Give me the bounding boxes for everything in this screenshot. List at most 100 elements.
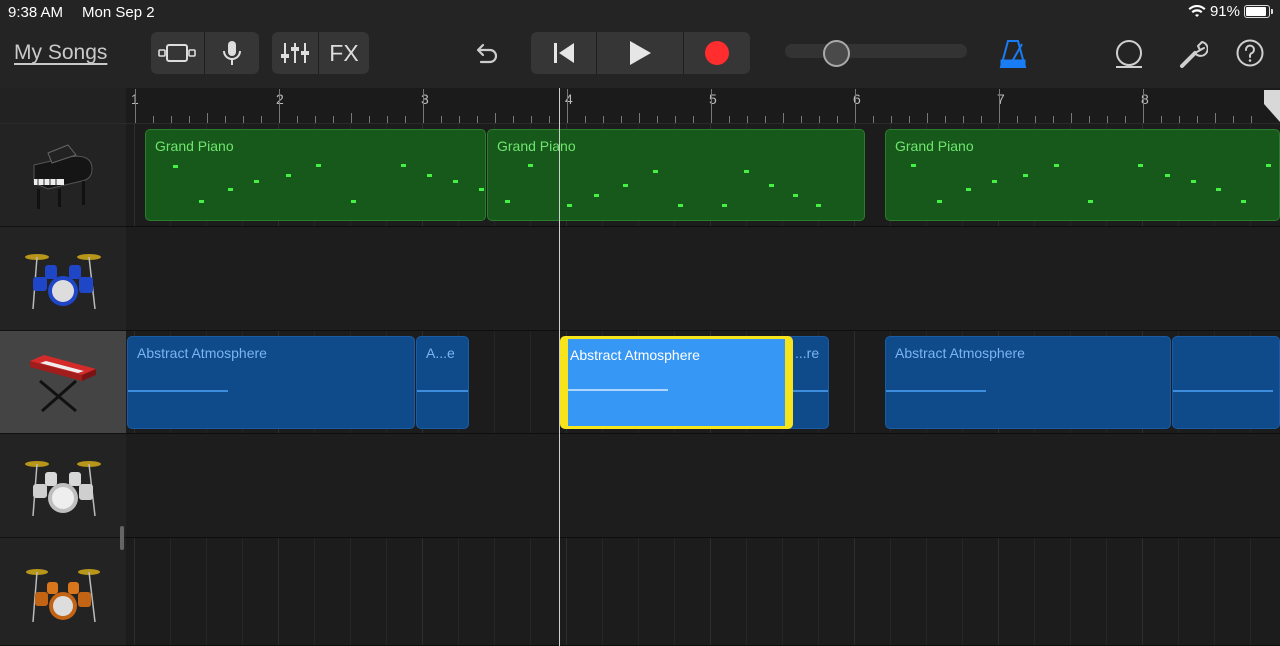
midi-note: [594, 194, 599, 197]
track-lane-drums-3[interactable]: [126, 538, 1280, 646]
ruler-beat-tick: [387, 116, 388, 123]
waveform: [568, 389, 668, 391]
ruler-beat-tick: [369, 116, 370, 123]
master-volume-slider[interactable]: [785, 44, 967, 58]
region-trim-handle-right[interactable]: [788, 369, 791, 399]
fx-button[interactable]: FX: [319, 32, 369, 74]
battery-icon: [1244, 5, 1273, 18]
ruler-beat-tick: [333, 116, 334, 123]
ruler-beat-tick: [1107, 116, 1108, 123]
undo-icon[interactable]: [470, 38, 500, 68]
midi-note: [1216, 188, 1221, 191]
track-list-scroll-indicator[interactable]: [120, 526, 124, 550]
settings-wrench-icon[interactable]: [1178, 38, 1208, 70]
ruler-beat-tick: [963, 116, 964, 123]
midi-note: [528, 164, 533, 167]
region-name: Grand Piano: [155, 138, 234, 154]
midi-note: [678, 204, 683, 207]
ruler-beat-tick: [405, 116, 406, 123]
ruler-beat-tick: [207, 113, 208, 123]
ruler-beat-tick: [1125, 116, 1126, 123]
wifi-icon: [1188, 4, 1206, 17]
ruler-beat-tick: [225, 116, 226, 123]
ruler-beat-tick: [729, 116, 730, 123]
audio-region[interactable]: [1172, 336, 1280, 429]
status-time: 9:38 AM: [8, 4, 64, 21]
metronome-icon[interactable]: [998, 38, 1028, 70]
midi-note: [401, 164, 406, 167]
midi-note: [316, 164, 321, 167]
ruler-bar-tick: [135, 89, 136, 123]
ruler-beat-tick: [801, 116, 802, 123]
timeline-ruler[interactable]: 1 2 3 4 5 6 7 8: [126, 88, 1280, 124]
track-header-keyboard[interactable]: [0, 331, 126, 434]
midi-note: [911, 164, 916, 167]
battery-fill: [1246, 7, 1267, 16]
audio-region[interactable]: Abstract Atmosphere: [127, 336, 415, 429]
ruler-beat-tick: [891, 116, 892, 123]
ruler-beat-tick: [765, 116, 766, 123]
ruler-beat-tick: [351, 113, 352, 123]
midi-note: [1023, 174, 1028, 177]
ruler-beat-tick: [477, 116, 478, 123]
ruler-beat-tick: [603, 116, 604, 123]
midi-region[interactable]: Grand Piano: [145, 129, 486, 221]
midi-note: [199, 200, 204, 203]
ruler-beat-tick: [621, 116, 622, 123]
ruler-beat-tick: [261, 116, 262, 123]
track-header-drums-1[interactable]: [0, 227, 126, 331]
ruler-beat-tick: [531, 116, 532, 123]
midi-note: [816, 204, 821, 207]
midi-note: [453, 180, 458, 183]
ruler-beat-tick: [189, 116, 190, 123]
region-name: A...e: [426, 345, 455, 361]
midi-note: [351, 200, 356, 203]
midi-note: [1138, 164, 1143, 167]
region-name: Abstract Atmosphere: [137, 345, 267, 361]
ruler-beat-tick: [243, 116, 244, 123]
ruler-beat-tick: [1179, 116, 1180, 123]
ruler-beat-tick: [657, 116, 658, 123]
ruler-beat-tick: [441, 116, 442, 123]
region-trim-handle-left[interactable]: [562, 369, 565, 399]
help-icon[interactable]: [1236, 39, 1266, 69]
microphone-button[interactable]: [205, 32, 259, 74]
track-header-drums-2[interactable]: [0, 434, 126, 538]
my-songs-button[interactable]: My Songs: [14, 41, 107, 65]
ruler-beat-tick: [1233, 116, 1234, 123]
browser-view-button[interactable]: [151, 32, 204, 74]
ruler-beat-tick: [171, 116, 172, 123]
ruler-bar-tick: [855, 89, 856, 123]
loop-browser-icon[interactable]: [1114, 38, 1144, 70]
track-lane-drums-2[interactable]: [126, 434, 1280, 538]
playhead[interactable]: [559, 88, 560, 646]
play-button[interactable]: [597, 32, 683, 74]
song-end-marker-icon[interactable]: [1264, 90, 1280, 122]
midi-note: [937, 200, 942, 203]
region-name: Abstract Atmosphere: [570, 347, 700, 363]
region-name: Grand Piano: [497, 138, 576, 154]
audio-region[interactable]: Abstract Atmosphere: [885, 336, 1171, 429]
midi-note: [992, 180, 997, 183]
go-to-start-button[interactable]: [531, 32, 596, 74]
midi-region[interactable]: Grand Piano: [885, 129, 1280, 221]
selected-audio-region[interactable]: Abstract Atmosphere: [560, 336, 793, 429]
tracks-area[interactable]: Grand Piano Grand Piano Grand Piano Abst…: [126, 124, 1280, 646]
ruler-bar-tick: [279, 89, 280, 123]
play-icon: [630, 41, 651, 65]
view-mic-group: [151, 32, 259, 74]
audio-region[interactable]: A...e: [416, 336, 469, 429]
waveform: [886, 390, 986, 392]
ruler-bar-tick: [999, 89, 1000, 123]
track-header-grand-piano[interactable]: [0, 124, 126, 227]
midi-note: [1088, 200, 1093, 203]
mixer-button[interactable]: [272, 32, 318, 74]
master-volume-knob[interactable]: [822, 40, 850, 67]
midi-note: [623, 184, 628, 187]
track-lane-drums-1[interactable]: [126, 227, 1280, 331]
record-button[interactable]: [684, 32, 750, 74]
midi-region[interactable]: Grand Piano: [487, 129, 865, 221]
ruler-beat-tick: [1089, 116, 1090, 123]
ruler-corner: [0, 88, 126, 124]
track-header-drums-3[interactable]: [0, 538, 126, 646]
